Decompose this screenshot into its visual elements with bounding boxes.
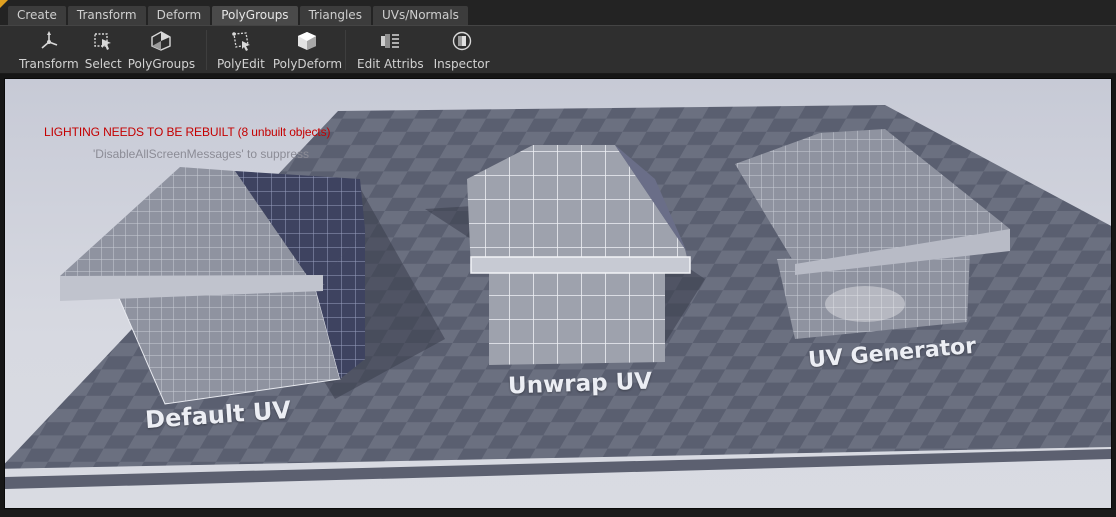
tool-palette: Transform Select PolyGroups PolyEdit Pol…	[0, 25, 1116, 74]
unwrap-uv-label: Unwrap UV	[507, 368, 653, 400]
polygroups-icon	[151, 31, 172, 51]
tool-label: PolyDeform	[272, 57, 343, 71]
tab-polygroups[interactable]: PolyGroups	[212, 6, 298, 25]
polyedit-icon	[232, 32, 250, 51]
inspector-icon	[452, 31, 471, 51]
polydeform-icon	[298, 32, 317, 50]
tab-transform[interactable]: Transform	[67, 6, 146, 25]
tool-label: PolyGroups	[127, 57, 196, 71]
tab-deform[interactable]: Deform	[147, 6, 211, 25]
tool-label: Select	[84, 57, 122, 71]
transform-icon	[41, 31, 58, 49]
inspector-tool-button[interactable]: Inspector	[432, 26, 492, 74]
toolbar-divider	[345, 30, 346, 70]
tool-label: Edit Attribs	[357, 57, 424, 71]
viewport-scene	[5, 105, 1111, 489]
polydeform-tool-button[interactable]: PolyDeform	[271, 26, 344, 74]
suppress-messages-hint: 'DisableAllScreenMessages' to suppress	[93, 147, 310, 161]
polyedit-tool-button[interactable]: PolyEdit	[215, 26, 267, 74]
tool-group-transform: Transform Select PolyGroups	[17, 26, 197, 74]
tab-triangles[interactable]: Triangles	[299, 6, 371, 25]
mode-tab-strip: Create Transform Deform PolyGroups Trian…	[0, 0, 1116, 25]
tool-label: Transform	[19, 57, 79, 71]
edit-attribs-icon	[381, 34, 400, 48]
mode-tabs: Create Transform Deform PolyGroups Trian…	[8, 6, 468, 25]
tab-uvs-normals[interactable]: UVs/Normals	[372, 6, 468, 25]
viewport-bottom-border	[0, 510, 1116, 517]
transform-tool-button[interactable]: Transform	[17, 26, 81, 74]
toolbar-divider	[206, 30, 207, 70]
level-viewport[interactable]: LIGHTING NEEDS TO BE REBUILT (8 unbuilt …	[4, 78, 1112, 509]
lighting-rebuild-warning: LIGHTING NEEDS TO BE REBUILT (8 unbuilt …	[44, 125, 331, 139]
tab-create[interactable]: Create	[8, 6, 66, 25]
tool-group-polymodel: PolyEdit PolyDeform	[215, 26, 344, 74]
select-icon	[94, 33, 112, 50]
polygroups-tool-button[interactable]: PolyGroups	[126, 26, 197, 74]
select-tool-button[interactable]: Select	[83, 26, 124, 74]
corner-accent	[0, 0, 8, 8]
tool-group-attributes: Edit Attribs Inspector	[355, 26, 492, 74]
tool-label: Inspector	[433, 57, 490, 71]
tool-label: PolyEdit	[217, 57, 265, 71]
edit-attribs-tool-button[interactable]: Edit Attribs	[355, 26, 426, 74]
